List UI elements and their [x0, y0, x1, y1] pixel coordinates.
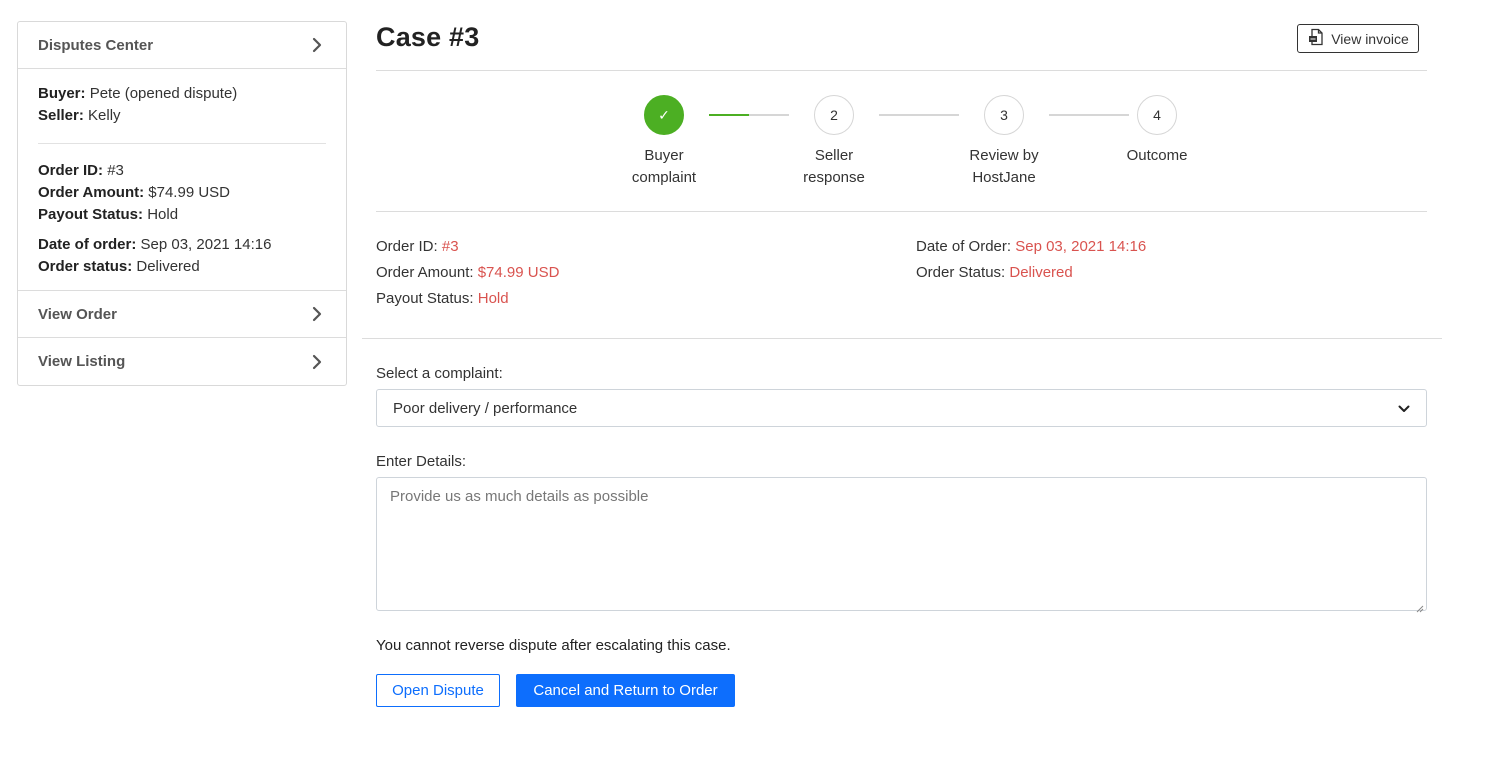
step-number: 4: [1137, 95, 1177, 135]
step-label-line: Review by: [969, 147, 1039, 164]
divider: [362, 338, 1442, 339]
details-textarea[interactable]: Provide us as much details as possible: [376, 477, 1427, 613]
step-label-line: Seller: [814, 147, 854, 164]
details-placeholder: Provide us as much details as possible: [390, 488, 649, 505]
seller-label: Seller:: [38, 107, 84, 124]
order-amount-line: Order Amount: $74.99 USD: [376, 260, 559, 286]
open-dispute-button[interactable]: Open Dispute: [376, 674, 500, 707]
order-amount-value: $74.99 USD: [477, 264, 560, 281]
order-date-label: Date of Order:: [916, 238, 1012, 255]
step-label: Review by HostJane: [954, 145, 1054, 189]
order-date-value: Sep 03, 2021 14:16: [1015, 238, 1147, 255]
page-title: Case #3: [376, 22, 480, 52]
step-label: Buyer complaint: [614, 145, 714, 189]
view-order-label: View Order: [38, 305, 117, 323]
resize-grip-icon[interactable]: [1416, 600, 1424, 613]
escalation-warning: You cannot reverse dispute after escalat…: [376, 637, 731, 654]
order-amount-label: Order Amount:: [376, 264, 474, 281]
order-info-right: Date of Order: Sep 03, 2021 14:16 Order …: [916, 234, 1146, 286]
order-status-label: Order Status:: [916, 264, 1006, 281]
step-connector: [879, 114, 959, 116]
order-status-value: Delivered: [136, 258, 200, 275]
order-id-value: #3: [107, 162, 124, 179]
order-id-value: #3: [441, 238, 459, 255]
step-label: Seller response: [784, 145, 884, 189]
order-date-line: Date of order: Sep 03, 2021 14:16: [38, 234, 326, 256]
chevron-right-icon: [308, 353, 326, 371]
order-amount-value: $74.99 USD: [148, 184, 230, 201]
order-status-line: Order Status: Delivered: [916, 260, 1146, 286]
divider: [38, 143, 326, 144]
order-date-value: Sep 03, 2021 14:16: [140, 236, 272, 253]
view-order-link[interactable]: View Order: [18, 291, 346, 338]
step-label-line: Outcome: [1126, 147, 1188, 164]
step-review: 3 Review by HostJane: [954, 95, 1054, 189]
step-label-line: complaint: [631, 169, 697, 186]
order-amount-label: Order Amount:: [38, 184, 145, 201]
view-listing-label: View Listing: [38, 353, 126, 370]
disputes-sidebar: Disputes Center Buyer: Pete (opened disp…: [17, 21, 347, 386]
step-connector-progress: [709, 114, 749, 116]
buyer-value: Pete (opened dispute): [89, 85, 238, 102]
complaint-label: Select a complaint:: [376, 365, 503, 382]
payout-status-label: Payout Status:: [38, 206, 144, 223]
divider: [376, 211, 1427, 212]
payout-status-line: Payout Status: Hold: [38, 204, 326, 226]
step-label-line: response: [803, 169, 865, 186]
seller-value: Kelly: [88, 107, 121, 124]
chevron-right-icon: [308, 36, 326, 54]
step-outcome: 4 Outcome: [1107, 95, 1207, 167]
step-number: 2: [814, 95, 854, 135]
payout-status-value: Hold: [147, 206, 179, 223]
details-label: Enter Details:: [376, 453, 467, 470]
step-label-line: HostJane: [972, 169, 1036, 186]
step-connector: [709, 114, 789, 116]
seller-line: Seller: Kelly: [38, 105, 326, 127]
order-info-left: Order ID: #3 Order Amount: $74.99 USD Pa…: [376, 234, 559, 312]
step-buyer-complaint: ✓ Buyer complaint: [614, 95, 714, 189]
order-id-line: Order ID: #3: [38, 160, 326, 182]
order-amount-line: Order Amount: $74.99 USD: [38, 182, 326, 204]
disputes-center-link[interactable]: Disputes Center: [18, 22, 346, 69]
case-summary: Buyer: Pete (opened dispute) Seller: Kel…: [18, 69, 346, 291]
disputes-center-label: Disputes Center: [38, 36, 154, 54]
order-date-line: Date of Order: Sep 03, 2021 14:16: [916, 234, 1146, 260]
chevron-down-icon: [1398, 400, 1410, 417]
step-label: Outcome: [1107, 145, 1207, 167]
step-label-line: Buyer: [644, 147, 684, 164]
document-icon: [1307, 28, 1325, 49]
checkmark-icon: ✓: [644, 95, 684, 135]
payout-status-label: Payout Status:: [376, 290, 474, 307]
payout-status-line: Payout Status: Hold: [376, 286, 559, 312]
payout-status-value: Hold: [477, 290, 509, 307]
buyer-line: Buyer: Pete (opened dispute): [38, 83, 326, 105]
complaint-selected-value: Poor delivery / performance: [393, 399, 578, 417]
order-status-value: Delivered: [1009, 264, 1073, 281]
step-seller-response: 2 Seller response: [784, 95, 884, 189]
buyer-label: Buyer:: [38, 85, 86, 102]
chevron-right-icon: [308, 305, 326, 323]
cancel-return-button[interactable]: Cancel and Return to Order: [516, 674, 735, 707]
view-listing-link[interactable]: View Listing: [18, 338, 346, 385]
complaint-select[interactable]: Poor delivery / performance: [376, 389, 1427, 427]
view-invoice-label: View invoice: [1331, 30, 1409, 47]
order-status-label: Order status:: [38, 258, 133, 275]
order-id-label: Order ID:: [38, 162, 104, 179]
divider: [376, 70, 1427, 71]
order-status-line: Order status: Delivered: [38, 256, 326, 278]
step-number: 3: [984, 95, 1024, 135]
order-date-label: Date of order:: [38, 236, 137, 253]
order-id-line: Order ID: #3: [376, 234, 559, 260]
order-id-label: Order ID:: [376, 238, 438, 255]
view-invoice-button[interactable]: View invoice: [1297, 24, 1419, 53]
